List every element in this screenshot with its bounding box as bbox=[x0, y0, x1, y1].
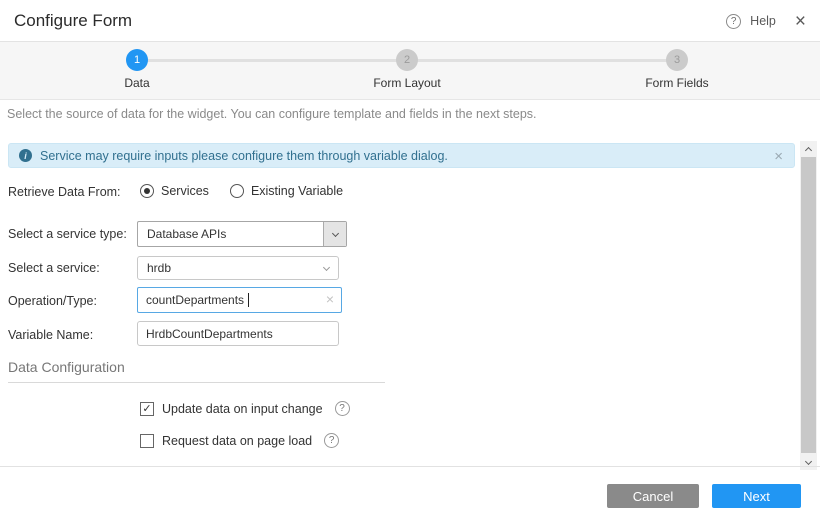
help-icon-glyph: ? bbox=[731, 16, 737, 27]
page-title: Configure Form bbox=[14, 0, 132, 42]
configure-form-dialog: Configure Form ? Help × 1 2 3 Data Form … bbox=[0, 0, 820, 525]
update-data-row: ✓ Update data on input change ? bbox=[140, 401, 350, 416]
step-description: Select the source of data for the widget… bbox=[7, 107, 537, 121]
radio-existing-variable-label: Existing Variable bbox=[251, 184, 343, 198]
service-label: Select a service: bbox=[8, 261, 100, 275]
step-circle-form-fields[interactable]: 3 bbox=[666, 49, 688, 71]
footer-divider bbox=[0, 466, 820, 467]
chevron-down-icon bbox=[331, 229, 338, 236]
checkbox-update-data-label: Update data on input change bbox=[162, 402, 323, 416]
step-label-data: Data bbox=[67, 76, 207, 90]
step-number: 3 bbox=[674, 54, 680, 66]
scroll-down-button[interactable] bbox=[800, 455, 817, 470]
variable-name-label: Variable Name: bbox=[8, 328, 93, 342]
vertical-scrollbar[interactable] bbox=[800, 141, 817, 470]
help-icon[interactable]: ? bbox=[726, 14, 741, 29]
info-icon: i bbox=[19, 149, 32, 162]
dialog-header: Configure Form ? Help × bbox=[0, 0, 820, 42]
retrieve-data-radio-group: Services Existing Variable bbox=[140, 184, 357, 198]
step-label-form-layout: Form Layout bbox=[337, 76, 477, 90]
service-type-label: Select a service type: bbox=[8, 227, 127, 241]
wizard-stepper: 1 2 3 Data Form Layout Form Fields bbox=[0, 42, 820, 100]
cancel-button[interactable]: Cancel bbox=[607, 484, 699, 508]
question-glyph: ? bbox=[339, 403, 345, 414]
service-type-select[interactable]: Database APIs bbox=[137, 221, 347, 247]
data-configuration-heading: Data Configuration bbox=[8, 359, 125, 375]
checkbox-request-data[interactable] bbox=[140, 434, 154, 448]
retrieve-data-from-label: Retrieve Data From: bbox=[8, 185, 121, 199]
header-actions: ? Help × bbox=[726, 0, 806, 42]
clear-icon[interactable]: × bbox=[326, 292, 334, 306]
info-banner: i Service may require inputs please conf… bbox=[8, 143, 795, 168]
radio-existing-variable[interactable] bbox=[230, 184, 244, 198]
help-tooltip-icon[interactable]: ? bbox=[324, 433, 339, 448]
step-number: 2 bbox=[404, 54, 410, 66]
check-icon: ✓ bbox=[142, 402, 151, 415]
section-divider bbox=[8, 382, 385, 383]
service-value: hrdb bbox=[147, 257, 171, 279]
banner-close-icon[interactable]: × bbox=[774, 148, 783, 165]
checkbox-update-data[interactable]: ✓ bbox=[140, 402, 154, 416]
service-select[interactable]: hrdb bbox=[137, 256, 339, 280]
step-circle-data[interactable]: 1 bbox=[126, 49, 148, 71]
service-type-dropdown-button[interactable] bbox=[323, 222, 346, 246]
step-number: 1 bbox=[134, 54, 140, 66]
scrollbar-thumb[interactable] bbox=[801, 157, 816, 453]
step-label-form-fields: Form Fields bbox=[607, 76, 747, 90]
next-button[interactable]: Next bbox=[712, 484, 801, 508]
radio-services[interactable] bbox=[140, 184, 154, 198]
operation-type-field: × bbox=[137, 287, 342, 313]
chevron-up-icon bbox=[805, 146, 812, 153]
checkbox-request-data-label: Request data on page load bbox=[162, 434, 312, 448]
operation-type-label: Operation/Type: bbox=[8, 294, 97, 308]
question-glyph: ? bbox=[329, 435, 335, 446]
scroll-up-button[interactable] bbox=[800, 141, 817, 156]
chevron-down-icon bbox=[805, 457, 812, 464]
variable-name-input[interactable] bbox=[138, 322, 338, 345]
request-data-row: Request data on page load ? bbox=[140, 433, 339, 448]
variable-name-field bbox=[137, 321, 339, 346]
chevron-down-icon bbox=[323, 264, 330, 271]
help-link[interactable]: Help bbox=[750, 14, 776, 28]
close-icon[interactable]: × bbox=[795, 12, 806, 31]
help-tooltip-icon[interactable]: ? bbox=[335, 401, 350, 416]
info-banner-text: Service may require inputs please config… bbox=[40, 149, 448, 163]
service-type-value: Database APIs bbox=[147, 222, 226, 246]
operation-type-input[interactable] bbox=[138, 288, 341, 312]
text-cursor bbox=[248, 293, 249, 307]
step-circle-form-layout[interactable]: 2 bbox=[396, 49, 418, 71]
radio-services-label: Services bbox=[161, 184, 209, 198]
